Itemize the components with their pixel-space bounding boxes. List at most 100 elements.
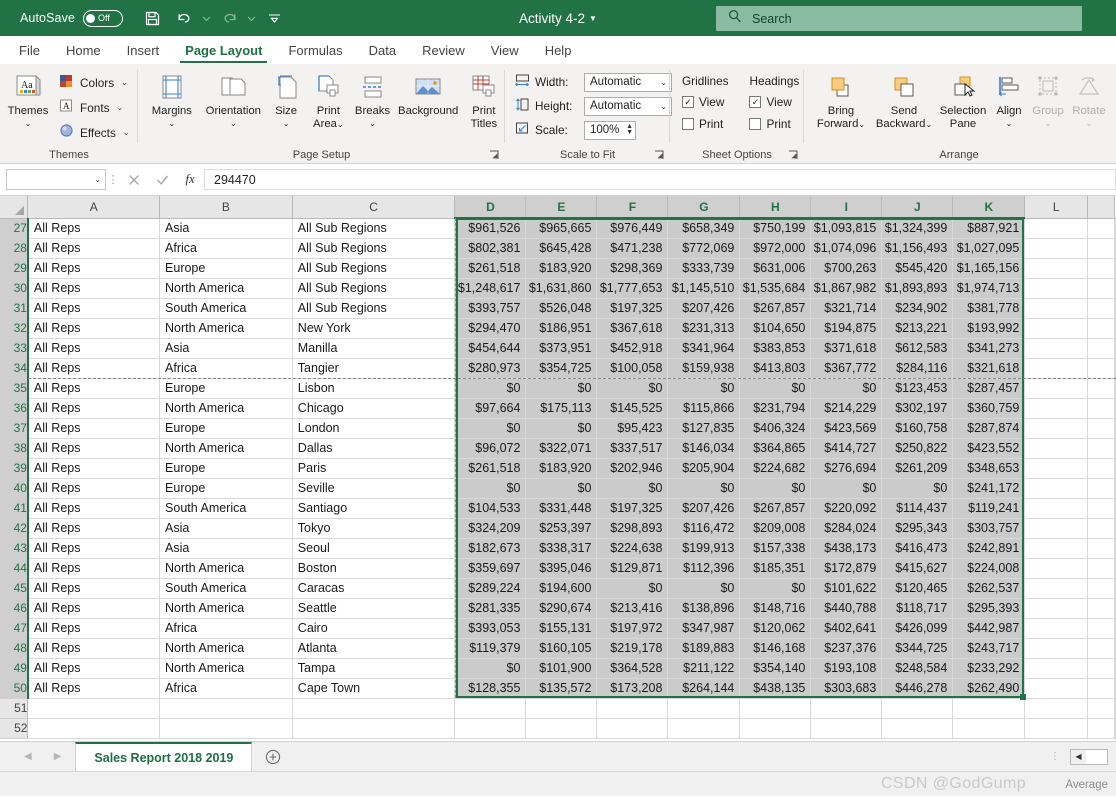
grid-cell[interactable] <box>810 698 883 719</box>
grid-cell[interactable]: $1,631,860 <box>525 278 598 299</box>
grid-cell[interactable]: $348,653 <box>952 458 1026 479</box>
row-header[interactable]: 47 <box>0 618 29 639</box>
scale-spinner[interactable]: 100% ▲ ▼ <box>584 120 636 140</box>
grid-cell[interactable]: $0 <box>454 658 527 679</box>
grid-cell[interactable]: All Reps <box>27 318 161 339</box>
grid-cell[interactable]: North America <box>159 598 293 619</box>
grid-cell[interactable] <box>1114 438 1116 459</box>
column-header-i[interactable]: I <box>810 196 883 219</box>
grid-cell[interactable]: Cape Town <box>292 678 456 699</box>
grid-cell[interactable]: $112,396 <box>667 558 741 579</box>
grid-cell[interactable]: $173,208 <box>596 678 669 699</box>
grid-cell[interactable] <box>454 718 527 739</box>
grid-cell[interactable]: $267,857 <box>739 498 812 519</box>
grid-cell[interactable]: $324,209 <box>454 518 527 539</box>
grid-cell[interactable] <box>1087 698 1115 719</box>
grid-cell[interactable]: $0 <box>881 478 954 499</box>
grid-cell[interactable]: $295,393 <box>952 598 1026 619</box>
grid-cell[interactable] <box>596 718 669 739</box>
grid-cell[interactable]: $262,490 <box>952 678 1026 699</box>
grid-cell[interactable]: $160,758 <box>881 418 954 439</box>
bring-forward-button[interactable]: Bring Forward⌄ <box>810 68 872 131</box>
grid-cell[interactable] <box>1087 578 1115 599</box>
grid-cell[interactable]: All Reps <box>27 258 161 279</box>
gridlines-print-checkbox[interactable]: Print <box>682 113 737 135</box>
grid-cell[interactable]: All Sub Regions <box>292 278 456 299</box>
grid-cell[interactable] <box>1087 338 1115 359</box>
grid-cell[interactable]: $138,896 <box>667 598 741 619</box>
chevron-down-icon[interactable]: ⌄ <box>660 78 667 87</box>
grid-cell[interactable]: $0 <box>667 578 741 599</box>
search-box[interactable]: Search <box>716 6 1082 31</box>
grid-cell[interactable]: $383,853 <box>739 338 812 359</box>
grid-cell[interactable] <box>1024 658 1089 679</box>
grid-cell[interactable]: $101,900 <box>525 658 598 679</box>
grid-cell[interactable] <box>1024 278 1089 299</box>
grid-cell[interactable]: $354,140 <box>739 658 812 679</box>
row-header[interactable]: 52 <box>0 718 29 739</box>
grid-cell[interactable]: $976,449 <box>596 218 669 239</box>
grid-cell[interactable]: $209,008 <box>739 518 812 539</box>
column-header-d[interactable]: D <box>454 196 527 219</box>
grid-cell[interactable]: $446,278 <box>881 678 954 699</box>
grid-cell[interactable]: $1,074,096 <box>810 238 883 259</box>
grid-cell[interactable]: $231,794 <box>739 398 812 419</box>
width-select[interactable]: Automatic ⌄ <box>584 72 672 92</box>
grid-cell[interactable]: $333,739 <box>667 258 741 279</box>
grid-cell[interactable] <box>1087 658 1115 679</box>
grid-cell[interactable]: $237,376 <box>810 638 883 659</box>
grid-cell[interactable]: Asia <box>159 218 293 239</box>
grid-cell[interactable]: $298,369 <box>596 258 669 279</box>
grid-cell[interactable]: Chicago <box>292 398 456 419</box>
grid-cell[interactable] <box>27 718 161 739</box>
grid-cell[interactable] <box>27 698 161 719</box>
row-header[interactable]: 48 <box>0 638 29 659</box>
autosave-control[interactable]: AutoSave Off <box>20 9 124 27</box>
grid-cell[interactable]: All Reps <box>27 238 161 259</box>
grid-cell[interactable]: $213,221 <box>881 318 954 339</box>
grid-cell[interactable] <box>1114 638 1116 659</box>
grid-cell[interactable]: $612,583 <box>881 338 954 359</box>
row-header[interactable]: 40 <box>0 478 29 499</box>
tab-insert[interactable]: Insert <box>114 40 173 64</box>
grid-cell[interactable]: $193,992 <box>952 318 1026 339</box>
grid-cell[interactable]: $1,165,156 <box>952 258 1026 279</box>
grid-cell[interactable]: $0 <box>525 478 598 499</box>
column-header-f[interactable]: F <box>596 196 669 219</box>
grid-cell[interactable]: $0 <box>739 578 812 599</box>
tab-page-layout[interactable]: Page Layout <box>172 40 275 64</box>
column-header-h[interactable]: H <box>739 196 812 219</box>
grid-cell[interactable]: All Reps <box>27 678 161 699</box>
grid-cell[interactable]: $145,525 <box>596 398 669 419</box>
customize-quick-access-toolbar-icon[interactable] <box>259 5 289 31</box>
row-header[interactable]: 27 <box>0 218 29 239</box>
tab-review[interactable]: Review <box>409 40 478 64</box>
grid-cell[interactable] <box>1024 638 1089 659</box>
grid-cell[interactable]: $367,618 <box>596 318 669 339</box>
tab-data[interactable]: Data <box>356 40 409 64</box>
formula-input[interactable]: 294470 <box>204 169 1116 190</box>
grid-cell[interactable] <box>525 698 598 719</box>
checkbox-icon[interactable] <box>682 118 694 130</box>
grid-cell[interactable]: $303,683 <box>810 678 883 699</box>
grid-cell[interactable] <box>1024 378 1089 399</box>
grid-cell[interactable]: $344,725 <box>881 638 954 659</box>
search-input[interactable]: Search <box>752 12 792 26</box>
grid-cell[interactable]: Europe <box>159 418 293 439</box>
grid-cell[interactable] <box>1024 418 1089 439</box>
grid-cell[interactable]: $96,072 <box>454 438 527 459</box>
confirm-entry-icon[interactable] <box>148 169 176 191</box>
grid-cell[interactable] <box>1114 498 1116 519</box>
grid-cell[interactable]: $413,803 <box>739 358 812 379</box>
row-header[interactable]: 34 <box>0 358 29 379</box>
background-button[interactable]: Background <box>394 68 463 118</box>
grid-cell[interactable]: $415,627 <box>881 558 954 579</box>
row-header[interactable]: 31 <box>0 298 29 319</box>
grid-cell[interactable]: $359,697 <box>454 558 527 579</box>
grid-cell[interactable]: All Reps <box>27 538 161 559</box>
grid-cell[interactable]: $395,046 <box>525 558 598 579</box>
grid-cell[interactable]: $454,644 <box>454 338 527 359</box>
column-header-m[interactable] <box>1087 196 1115 219</box>
grid-cell[interactable] <box>1114 218 1116 239</box>
grid-cell[interactable]: $116,472 <box>667 518 741 539</box>
